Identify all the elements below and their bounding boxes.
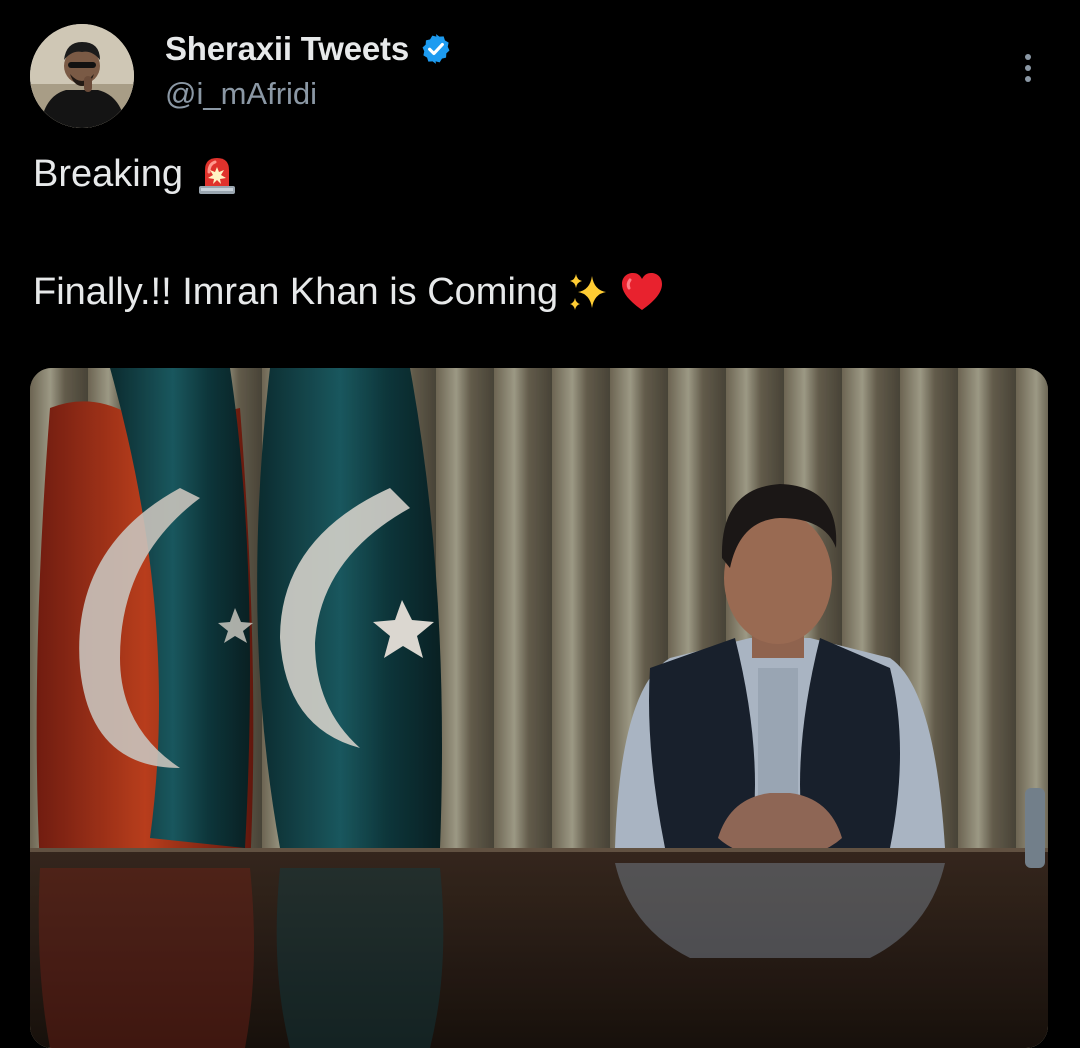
tweet[interactable]: Sheraxii Tweets @i_mAfridi Breaking Fina… xyxy=(0,0,1080,1048)
sparkles-icon xyxy=(570,274,607,310)
verified-badge-icon xyxy=(422,34,450,64)
tweet-text-main: Finally.!! Imran Khan is Coming xyxy=(33,270,559,313)
tweet-media-photo[interactable] xyxy=(30,368,1048,1048)
author-name-row[interactable]: Sheraxii Tweets xyxy=(165,30,453,68)
photo-image xyxy=(30,368,1048,1048)
tweet-text-line-1: Breaking xyxy=(33,150,241,198)
author-avatar[interactable] xyxy=(30,24,134,128)
avatar-image xyxy=(30,24,134,128)
more-options-icon[interactable] xyxy=(1010,46,1046,90)
author-handle[interactable]: @i_mAfridi xyxy=(165,76,317,112)
police-car-light-icon xyxy=(198,158,235,194)
red-heart-icon xyxy=(622,273,663,310)
tweet-text-line-2: Finally.!! Imran Khan is Coming xyxy=(33,268,666,316)
tweet-text-breaking: Breaking xyxy=(33,152,183,195)
author-display-name[interactable]: Sheraxii Tweets xyxy=(165,30,409,68)
